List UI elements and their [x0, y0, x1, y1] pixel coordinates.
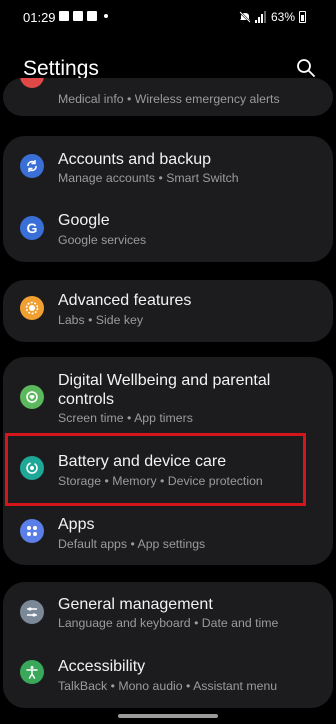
status-time: 01:29	[23, 10, 56, 25]
wellbeing-title-line1: Digital Wellbeing and parental	[58, 372, 271, 389]
image-icon	[59, 11, 69, 21]
status-right: 63%	[239, 10, 306, 24]
accessibility-item[interactable]: Accessibility TalkBack • Mono audio • As…	[3, 644, 333, 708]
card-accounts: Accounts and backup Manage accounts • Sm…	[3, 136, 333, 262]
google-icon: G	[20, 216, 44, 240]
google-item[interactable]: G Google Google services	[3, 198, 333, 262]
wellbeing-icon	[20, 385, 44, 409]
apps-subtitle: Default apps • App settings	[58, 537, 206, 551]
sliders-icon	[20, 600, 44, 624]
battery-title: Battery and device care	[58, 453, 227, 470]
card-general: General management Language and keyboard…	[3, 582, 333, 708]
puzzle-gear-icon	[20, 296, 44, 320]
accounts-subtitle: Manage accounts • Smart Switch	[58, 171, 239, 185]
digital-wellbeing-item[interactable]: Digital Wellbeing and parental controls …	[3, 357, 333, 433]
battery-device-care-item[interactable]: Battery and device care Storage • Memory…	[3, 439, 333, 501]
battery-percent: 63%	[270, 10, 295, 24]
battery-icon	[299, 11, 306, 23]
check-icon	[87, 11, 97, 21]
card-device: Digital Wellbeing and parental controls …	[3, 357, 333, 565]
wellbeing-title-line2: controls	[58, 391, 115, 408]
safety-icon	[20, 78, 44, 88]
gesture-nav-handle[interactable]	[118, 714, 218, 718]
accounts-backup-item[interactable]: Accounts and backup Manage accounts • Sm…	[3, 136, 333, 198]
apps-grid-icon	[20, 519, 44, 543]
general-management-item[interactable]: General management Language and keyboard…	[3, 582, 333, 644]
card-advanced: Advanced features Labs • Side key	[3, 280, 333, 342]
sync-icon	[20, 154, 44, 178]
device-care-icon	[20, 456, 44, 480]
google-subtitle: Google services	[58, 233, 147, 247]
safety-emergency-item[interactable]: Medical info • Wireless emergency alerts	[3, 78, 333, 116]
general-title: General management	[58, 596, 213, 613]
card-safety: Medical info • Wireless emergency alerts	[3, 78, 333, 116]
accessibility-person-icon	[20, 660, 44, 684]
general-subtitle: Language and keyboard • Date and time	[58, 616, 279, 630]
mute-icon	[239, 11, 251, 23]
signal-icon	[254, 11, 267, 23]
apps-title: Apps	[58, 516, 95, 533]
search-icon[interactable]	[294, 56, 318, 80]
advanced-subtitle: Labs • Side key	[58, 313, 143, 327]
accessibility-subtitle: TalkBack • Mono audio • Assistant menu	[58, 679, 278, 693]
battery-subtitle: Storage • Memory • Device protection	[58, 474, 263, 488]
wellbeing-subtitle: Screen time • App timers	[58, 411, 193, 425]
accounts-title: Accounts and backup	[58, 151, 211, 168]
advanced-features-item[interactable]: Advanced features Labs • Side key	[3, 280, 333, 342]
apps-item[interactable]: Apps Default apps • App settings	[3, 503, 333, 565]
accessibility-title: Accessibility	[58, 658, 146, 675]
account-icon	[73, 11, 83, 21]
status-bar: 01:29 63%	[0, 0, 336, 36]
advanced-title: Advanced features	[58, 292, 192, 309]
safety-subtitle: Medical info • Wireless emergency alerts	[58, 92, 280, 106]
google-title: Google	[58, 212, 110, 229]
more-notifications-icon	[104, 14, 108, 18]
notification-icons	[59, 11, 108, 21]
